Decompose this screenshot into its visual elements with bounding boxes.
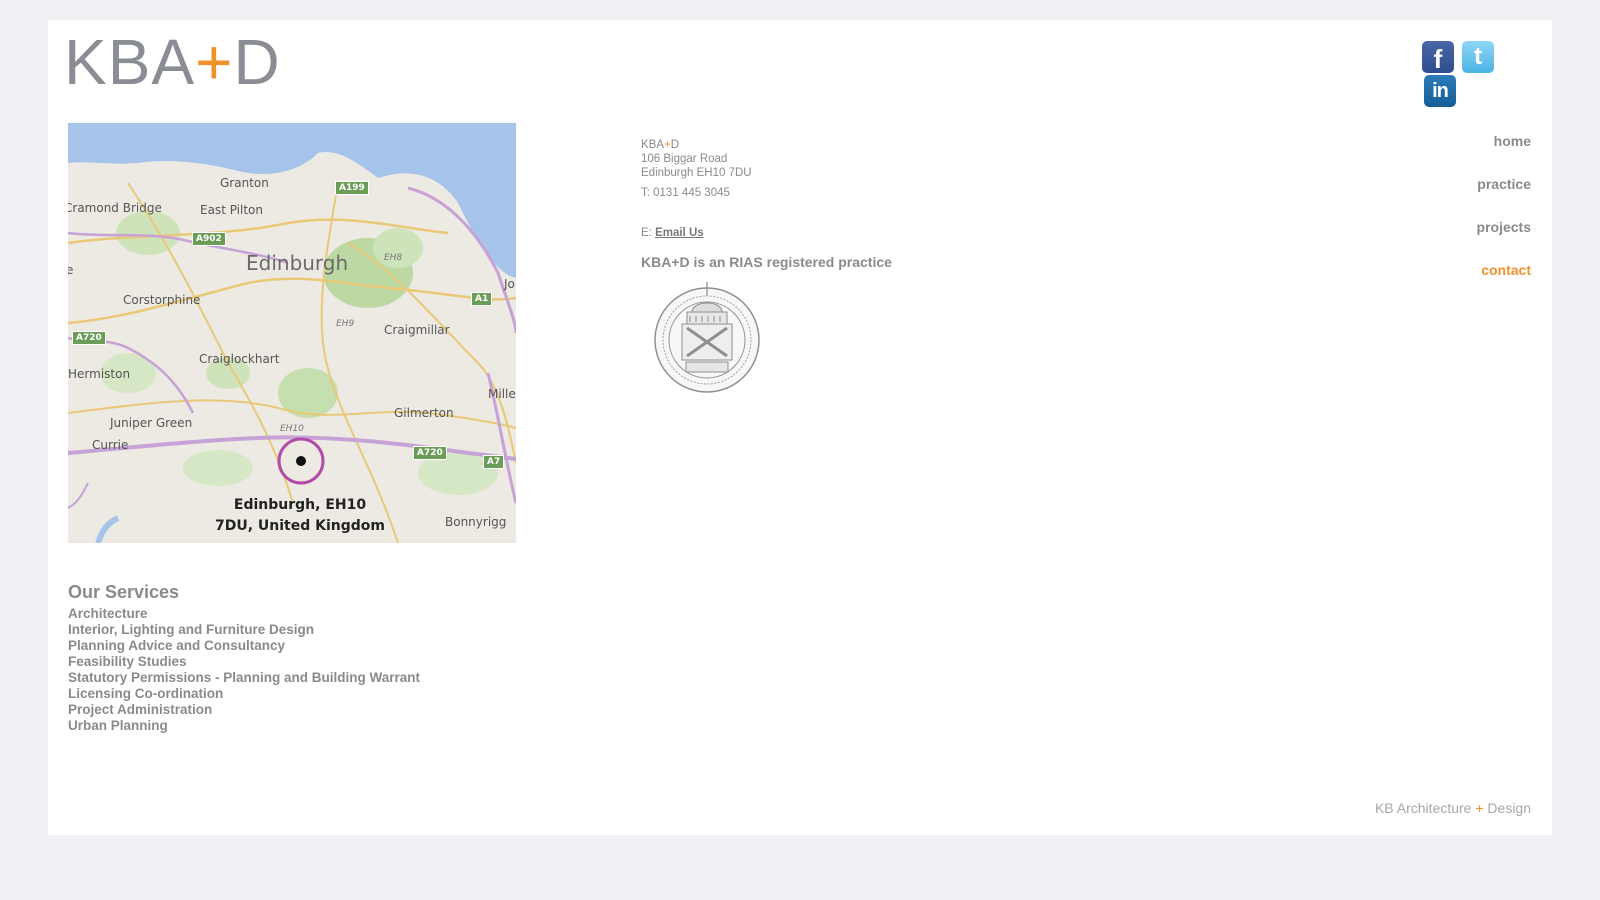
map-label-mille: Mille xyxy=(488,387,516,401)
road-badge-a902: A902 xyxy=(192,232,226,246)
email-us-link[interactable]: Email Us xyxy=(655,227,704,239)
main-nav: home practice projects contact xyxy=(1477,133,1531,305)
map-label-gilmerton: Gilmerton xyxy=(394,406,454,420)
services-section: Our Services Architecture Interior, Ligh… xyxy=(68,582,508,734)
map-label-juniper-green: Juniper Green xyxy=(110,416,193,430)
map-pin-label-line1: Edinburgh, EH10 xyxy=(233,497,367,513)
nav-projects[interactable]: projects xyxy=(1477,219,1531,236)
company-name-d: D xyxy=(670,139,680,151)
map-label-eh9: EH9 xyxy=(336,319,355,329)
map-label-eh10: EH10 xyxy=(280,424,304,434)
location-map[interactable]: Granton Cramond Bridge East Pilton Edinb… xyxy=(68,123,516,543)
map-label-hermiston: Hermiston xyxy=(68,367,131,381)
nav-contact[interactable]: contact xyxy=(1477,262,1531,279)
rias-statement: KBA+D is an RIAS registered practice xyxy=(641,254,892,270)
logo-plus: + xyxy=(195,26,234,98)
address-line-2: Edinburgh EH10 7DU xyxy=(641,167,752,179)
nav-practice[interactable]: practice xyxy=(1477,176,1531,193)
service-item: Licensing Co-ordination xyxy=(68,686,224,701)
service-item: Statutory Permissions - Planning and Bui… xyxy=(68,670,421,685)
logo-text-d: D xyxy=(233,26,281,98)
contact-details: KBA+D 106 Biggar Road Edinburgh EH10 7DU… xyxy=(641,138,1041,240)
map-label-craigmillar: Craigmillar xyxy=(384,323,450,337)
map-label-joppa: Jo xyxy=(504,277,515,291)
service-item: Planning Advice and Consultancy xyxy=(68,638,286,653)
road-badge-a199: A199 xyxy=(335,181,369,195)
map-label-granton: Granton xyxy=(220,176,269,190)
map-label-bonnyrigg: Bonnyrigg xyxy=(445,515,507,529)
company-name-plus: + xyxy=(664,139,671,151)
map-label-eh8: EH8 xyxy=(384,253,403,263)
service-item: Feasibility Studies xyxy=(68,654,187,669)
site-logo[interactable]: KBA+D xyxy=(64,30,281,94)
page-container: KBA+D f t in Granton Cramond Bridge East… xyxy=(48,20,1552,835)
company-name: KBA+D xyxy=(641,138,1041,152)
footer-plus: + xyxy=(1475,800,1484,816)
footer-text-2: Design xyxy=(1483,800,1531,816)
service-item: Project Administration xyxy=(68,702,213,717)
road-badge-a720-west: A720 xyxy=(72,331,106,345)
map-label-cramond-bridge: Cramond Bridge xyxy=(68,201,162,215)
facebook-icon[interactable]: f xyxy=(1422,41,1454,74)
phone-number: T: 0131 445 3045 xyxy=(641,187,730,199)
logo-text-kba: KBA xyxy=(64,26,196,98)
footer-text-1: KB Architecture xyxy=(1374,800,1476,816)
map-label-corstorphine: Corstorphine xyxy=(123,293,201,307)
map-label-edinburgh: Edinburgh xyxy=(246,251,349,275)
map-label-edge: e xyxy=(68,263,74,277)
email-row: E: Email Us xyxy=(641,226,1041,240)
map-pin-label-line2: 7DU, United Kingdom xyxy=(214,518,385,534)
service-item: Interior, Lighting and Furniture Design xyxy=(68,622,314,637)
map-pin-label: Edinburgh, EH10 7DU, United Kingdom xyxy=(190,495,410,537)
address-line-1: 106 Biggar Road xyxy=(641,153,728,165)
map-label-east-pilton: East Pilton xyxy=(200,203,263,217)
road-badge-a720-east: A720 xyxy=(413,446,447,460)
road-badge-a1: A1 xyxy=(471,292,493,306)
road-badge-a7: A7 xyxy=(483,455,505,469)
service-item: Urban Planning xyxy=(68,718,168,733)
email-prefix: E: xyxy=(641,227,656,239)
services-list: Architecture Interior, Lighting and Furn… xyxy=(68,606,508,734)
map-label-craiglockhart: Craiglockhart xyxy=(199,352,280,366)
rias-seal-icon xyxy=(652,282,762,399)
company-name-kba: KBA xyxy=(641,139,665,151)
services-heading: Our Services xyxy=(68,582,180,602)
twitter-icon[interactable]: t xyxy=(1462,41,1494,73)
service-item: Architecture xyxy=(68,606,148,621)
nav-home[interactable]: home xyxy=(1477,133,1531,150)
linkedin-icon[interactable]: in xyxy=(1424,75,1456,107)
map-label-currie: Currie xyxy=(92,438,129,452)
footer-tagline: KB Architecture + Design xyxy=(1375,800,1531,816)
